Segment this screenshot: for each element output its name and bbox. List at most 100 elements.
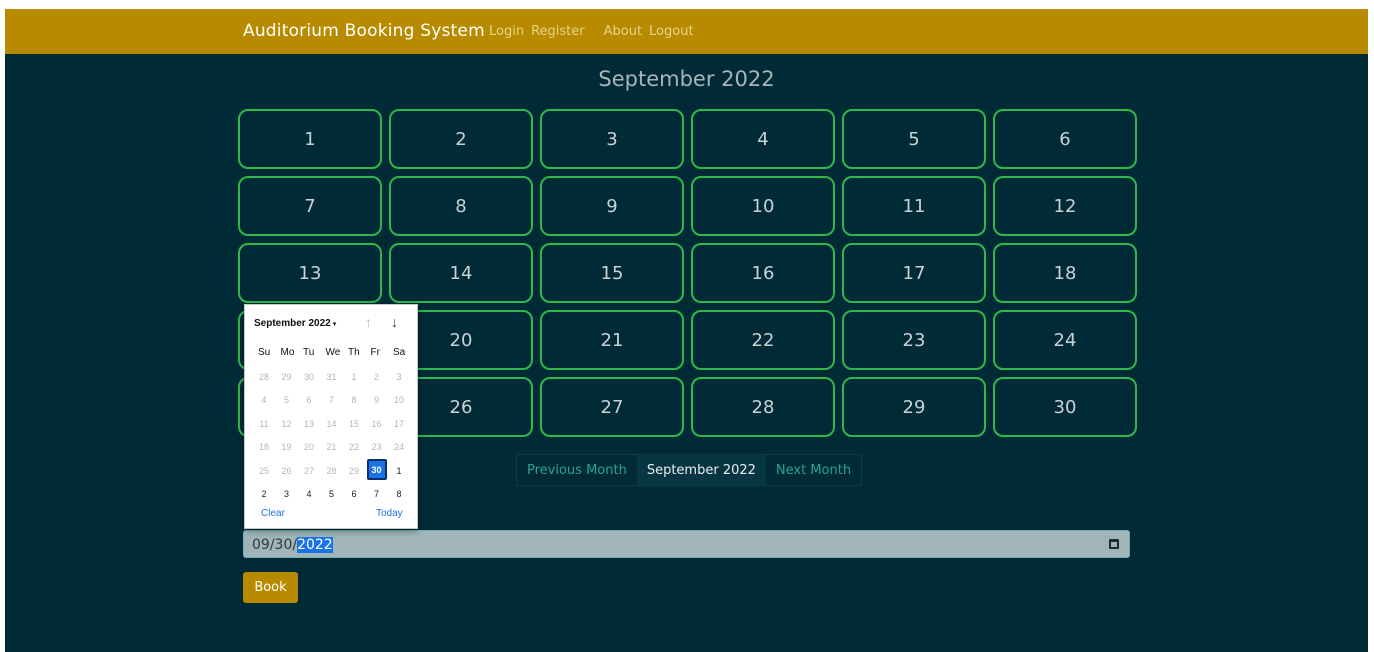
picker-month-label: September 2022	[254, 318, 331, 329]
day-cell[interactable]: 18	[993, 243, 1137, 303]
day-cell[interactable]: 15	[540, 243, 684, 303]
calendar-icon[interactable]	[1109, 539, 1119, 549]
day-cell[interactable]: 2	[389, 109, 533, 169]
day-cell[interactable]: 5	[842, 109, 986, 169]
picker-day[interactable]: 2	[254, 483, 274, 507]
picker-day-selected[interactable]: 30	[366, 459, 387, 480]
nav-about[interactable]: About	[604, 24, 642, 39]
picker-day[interactable]: 9	[367, 389, 387, 413]
picker-day[interactable]: 19	[277, 436, 297, 460]
picker-day[interactable]: 5	[322, 483, 342, 507]
picker-day[interactable]: 1	[389, 459, 409, 483]
picker-day[interactable]: 7	[322, 389, 342, 413]
picker-day[interactable]: 7	[367, 483, 387, 507]
picker-day[interactable]: 28	[254, 365, 274, 389]
day-cell[interactable]: 8	[389, 176, 533, 236]
brand[interactable]: Auditorium Booking System	[243, 21, 485, 41]
picker-today-button[interactable]: Today	[376, 508, 403, 519]
picker-day[interactable]: 23	[367, 436, 387, 460]
day-cell[interactable]: 24	[993, 310, 1137, 370]
day-cell[interactable]: 14	[389, 243, 533, 303]
picker-day[interactable]: 8	[344, 389, 364, 413]
day-cell[interactable]: 17	[842, 243, 986, 303]
picker-month-dropdown[interactable]: September 2022 ▾	[254, 318, 336, 329]
picker-day[interactable]: 21	[322, 436, 342, 460]
picker-day[interactable]: 11	[254, 412, 274, 436]
day-cell[interactable]: 1	[238, 109, 382, 169]
day-cell[interactable]: 13	[238, 243, 382, 303]
next-month-button[interactable]: Next Month	[766, 455, 861, 485]
book-button[interactable]: Book	[243, 572, 298, 603]
picker-day[interactable]: 24	[389, 436, 409, 460]
picker-day[interactable]: 8	[389, 483, 409, 507]
previous-month-button[interactable]: Previous Month	[517, 455, 637, 485]
day-cell[interactable]: 4	[691, 109, 835, 169]
picker-day[interactable]: 31	[322, 365, 342, 389]
navbar: Auditorium Booking System Login Register…	[5, 9, 1368, 54]
picker-weekday-header: Su Mo Tu We Th Fr Sa	[254, 347, 414, 358]
picker-day-grid: 28 29 30 31 1 2 3 4 5 6 7 8 9 10 11 12 13 14 15 16 17 18 19 20 2…	[254, 365, 414, 506]
picker-clear-button[interactable]: Clear	[261, 508, 285, 519]
booking-date-input[interactable]: 09/30/2022	[243, 530, 1130, 558]
picker-day[interactable]: 10	[389, 389, 409, 413]
picker-weekday: Th	[348, 347, 360, 358]
day-cell[interactable]: 21	[540, 310, 684, 370]
picker-day[interactable]: 28	[322, 459, 342, 483]
day-cell[interactable]: 3	[540, 109, 684, 169]
picker-day[interactable]: 4	[254, 389, 274, 413]
picker-day[interactable]: 29	[277, 365, 297, 389]
nav-register[interactable]: Register	[531, 24, 585, 39]
nav-logout[interactable]: Logout	[649, 24, 694, 39]
picker-day[interactable]: 4	[299, 483, 319, 507]
arrow-up-icon[interactable]: ↑	[365, 314, 372, 330]
day-cell[interactable]: 10	[691, 176, 835, 236]
caret-down-icon: ▾	[332, 321, 337, 328]
day-cell[interactable]: 7	[238, 176, 382, 236]
picker-day[interactable]: 3	[277, 483, 297, 507]
date-picker-popup: September 2022 ▾ ↑ ↓ Su Mo Tu We Th Fr Sa 28 29 3…	[244, 304, 418, 529]
picker-day[interactable]: 5	[277, 389, 297, 413]
picker-day[interactable]: 26	[277, 459, 297, 483]
picker-weekday: We	[325, 347, 341, 358]
month-pager: Previous Month September 2022 Next Month	[516, 454, 863, 486]
picker-weekday: Su	[258, 347, 271, 358]
date-value-prefix: 09/30/	[252, 537, 298, 553]
day-cell[interactable]: 28	[691, 377, 835, 437]
nav-links: Login Register About Logout	[489, 24, 701, 39]
picker-day[interactable]: 17	[389, 412, 409, 436]
picker-day[interactable]: 13	[299, 412, 319, 436]
picker-day[interactable]: 3	[389, 365, 409, 389]
day-cell[interactable]: 22	[691, 310, 835, 370]
day-cell[interactable]: 11	[842, 176, 986, 236]
picker-day[interactable]: 15	[344, 412, 364, 436]
picker-weekday: Tu	[303, 347, 315, 358]
arrow-down-icon[interactable]: ↓	[391, 314, 398, 330]
nav-login[interactable]: Login	[489, 24, 524, 39]
picker-day[interactable]: 18	[254, 436, 274, 460]
day-cell[interactable]: 23	[842, 310, 986, 370]
day-cell[interactable]: 16	[691, 243, 835, 303]
app-frame: Auditorium Booking System Login Register…	[5, 9, 1368, 652]
picker-day[interactable]: 27	[299, 459, 319, 483]
picker-weekday: Sa	[393, 347, 406, 358]
picker-day[interactable]: 14	[322, 412, 342, 436]
picker-weekday: Fr	[370, 347, 380, 358]
picker-day[interactable]: 25	[254, 459, 274, 483]
day-cell[interactable]: 27	[540, 377, 684, 437]
picker-day[interactable]: 1	[344, 365, 364, 389]
picker-day[interactable]: 30	[299, 365, 319, 389]
picker-day[interactable]: 6	[344, 483, 364, 507]
picker-day[interactable]: 12	[277, 412, 297, 436]
picker-day[interactable]: 2	[367, 365, 387, 389]
date-value: 09/30/2022	[252, 537, 333, 553]
day-cell[interactable]: 29	[842, 377, 986, 437]
day-cell[interactable]: 9	[540, 176, 684, 236]
picker-day[interactable]: 20	[299, 436, 319, 460]
day-cell[interactable]: 12	[993, 176, 1137, 236]
picker-day[interactable]: 22	[344, 436, 364, 460]
picker-day[interactable]: 16	[367, 412, 387, 436]
picker-day[interactable]: 6	[299, 389, 319, 413]
day-cell[interactable]: 30	[993, 377, 1137, 437]
day-cell[interactable]: 6	[993, 109, 1137, 169]
picker-day[interactable]: 29	[344, 459, 364, 483]
